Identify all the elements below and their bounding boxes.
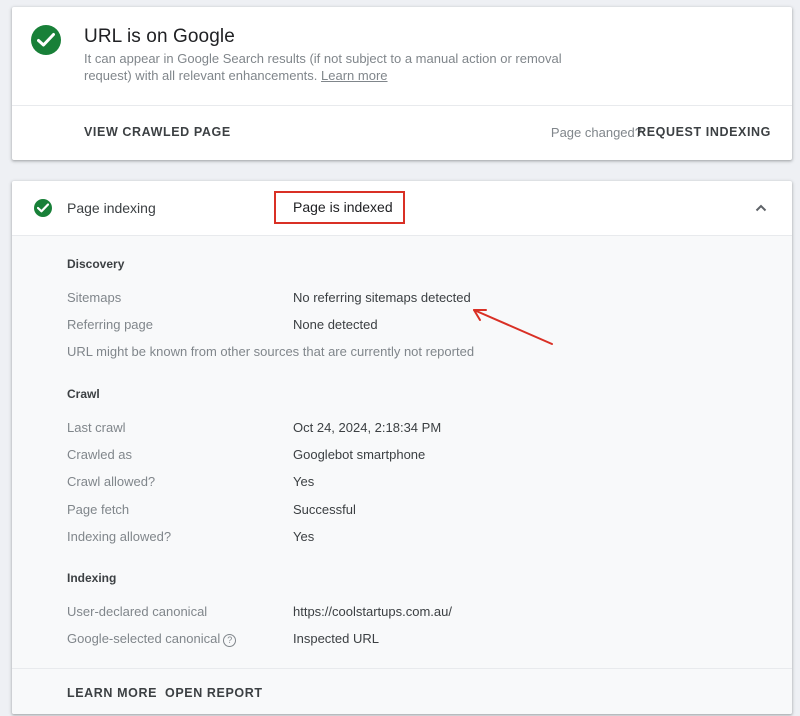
crawl-allowed-value: Yes — [293, 474, 315, 489]
indexing-allowed-value: Yes — [293, 529, 315, 544]
page-changed-label: Page changed? — [550, 125, 642, 140]
indexing-status-highlight: Page is indexed — [274, 191, 405, 224]
status-description: It can appear in Google Search results (… — [84, 50, 564, 84]
learn-more-link[interactable]: Learn more — [321, 68, 387, 83]
indexing-allowed-label: Indexing allowed? — [67, 529, 172, 544]
crawled-as-label: Crawled as — [67, 447, 133, 462]
divider — [12, 105, 792, 106]
check-circle-icon — [31, 25, 61, 55]
last-crawl-label: Last crawl — [67, 420, 126, 435]
sitemaps-label: Sitemaps — [67, 290, 122, 305]
user-canonical-value: https://coolstartups.com.au/ — [293, 604, 452, 619]
crawl-heading: Crawl — [67, 387, 100, 401]
page-indexing-card: Page indexing Page is indexed Discovery … — [12, 181, 792, 714]
page-fetch-label: Page fetch — [67, 502, 130, 517]
google-canonical-value: Inspected URL — [293, 631, 379, 646]
referring-page-value: None detected — [293, 317, 378, 332]
page-fetch-value: Successful — [293, 502, 356, 517]
chevron-up-icon[interactable] — [754, 201, 768, 215]
url-status-card: URL is on Google It can appear in Google… — [12, 7, 792, 160]
check-circle-icon — [34, 199, 52, 217]
crawled-as-value: Googlebot smartphone — [293, 447, 426, 462]
last-crawl-value: Oct 24, 2024, 2:18:34 PM — [293, 420, 442, 435]
crawl-allowed-label: Crawl allowed? — [67, 474, 156, 489]
indexing-heading: Indexing — [67, 571, 117, 585]
discovery-note: URL might be known from other sources th… — [67, 344, 475, 359]
help-icon[interactable]: ? — [223, 634, 237, 647]
page-indexing-details: Discovery Sitemaps No referring sitemaps… — [12, 235, 792, 714]
page-indexing-header[interactable]: Page indexing Page is indexed — [12, 181, 792, 235]
page-indexing-title: Page indexing — [67, 200, 156, 216]
discovery-heading: Discovery — [67, 257, 125, 271]
google-canonical-label-row: Google-selected canonical? — [67, 631, 237, 647]
open-report-button[interactable]: OPEN REPORT — [165, 686, 263, 700]
google-canonical-label: Google-selected canonical — [67, 631, 221, 646]
sitemaps-value: No referring sitemaps detected — [293, 290, 471, 305]
divider — [12, 668, 792, 669]
user-canonical-label: User-declared canonical — [67, 604, 208, 619]
annotation-arrow-icon — [473, 309, 553, 345]
learn-more-button[interactable]: LEARN MORE — [67, 686, 157, 700]
referring-page-label: Referring page — [67, 317, 153, 332]
view-crawled-page-button[interactable]: VIEW CRAWLED PAGE — [84, 125, 231, 139]
request-indexing-button[interactable]: REQUEST INDEXING — [637, 125, 771, 139]
status-title: URL is on Google — [84, 26, 235, 47]
